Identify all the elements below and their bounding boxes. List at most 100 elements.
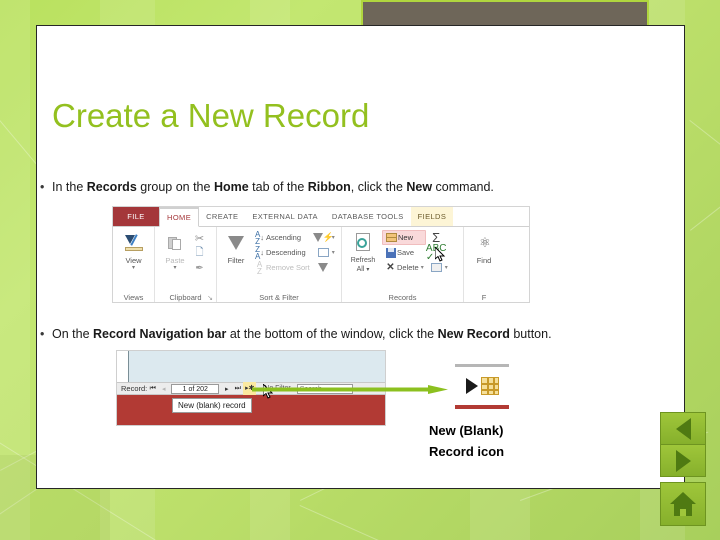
ribbon-group-label-records: Records — [388, 293, 417, 302]
paste-button-label: Paste — [165, 256, 185, 265]
sort-ascending-button[interactable]: A Z ↓ Ascending — [251, 230, 312, 245]
delete-record-button[interactable]: ✕ Delete ▾ — [382, 260, 426, 275]
chevron-down-icon: ▾ — [173, 265, 177, 271]
ribbon-group-find: ⚛ Find F — [464, 227, 504, 302]
next-record-button[interactable]: ▸ — [221, 385, 232, 393]
records-extra-buttons: Σ ABC ✓ ▾ — [425, 230, 450, 275]
home-icon — [670, 492, 696, 516]
filter-button-label: Filter — [227, 256, 245, 265]
chevron-down-icon[interactable]: ▾ — [332, 234, 335, 241]
more-records-button[interactable]: ▾ — [428, 260, 450, 275]
new-blank-record-tooltip: New (blank) record — [172, 398, 252, 413]
dialog-launcher-icon[interactable]: ↘ — [207, 293, 213, 302]
first-record-button[interactable]: ⏮ — [147, 385, 158, 393]
sort-descending-label: Descending — [266, 248, 306, 257]
ribbon-group-label-views: Views — [123, 293, 144, 302]
format-painter-icon: ✒ — [195, 263, 204, 274]
caption-line-1: New (Blank) — [429, 423, 504, 438]
ribbon-tab-fields[interactable]: FIELDS — [410, 207, 454, 226]
paste-icon — [167, 230, 183, 256]
new-record-button[interactable]: New — [382, 230, 426, 245]
datasheet-area — [128, 351, 385, 382]
refresh-all-icon — [355, 230, 372, 256]
new-record-label: New — [398, 233, 414, 242]
ribbon-group-sort-filter: Filter A Z ↓ Ascending Z A ↓ Descending AZ — [217, 227, 342, 302]
triangle-right-icon — [675, 449, 691, 472]
toggle-filter-window-icon — [317, 248, 330, 257]
copy-icon: 🗋 — [195, 247, 204, 258]
spelling-button[interactable]: ABC ✓ — [425, 242, 450, 263]
save-record-icon — [384, 247, 397, 258]
last-record-button[interactable]: ⏭ — [232, 385, 243, 393]
caption-line-2: Record icon — [429, 444, 505, 459]
advanced-filter-button[interactable]: ⚡ ▾ — [312, 230, 337, 245]
save-record-button[interactable]: Save — [382, 245, 426, 260]
filter-button[interactable]: Filter — [221, 230, 251, 265]
ribbon-tab-strip: FILE HOME CREATE EXTERNAL DATA DATABASE … — [113, 207, 529, 227]
bullet-marker: • — [40, 180, 45, 194]
clipboard-small-buttons: ✂ 🗋 ✒ — [191, 231, 208, 276]
delete-record-label: Delete — [397, 263, 419, 272]
filter-icon — [228, 230, 244, 256]
next-slide-button[interactable] — [660, 444, 706, 477]
new-record-grid-icon — [480, 377, 499, 395]
callout-caption: New (Blank) Record icon — [429, 420, 504, 462]
view-button[interactable]: View ▾ — [117, 230, 150, 272]
callout-arrow-icon — [252, 385, 448, 394]
toggle-filter-button[interactable] — [315, 260, 337, 275]
ribbon-tab-database-tools[interactable]: DATABASE TOOLS — [325, 207, 411, 226]
delete-record-icon: ✕ — [386, 262, 395, 273]
record-label: Record: — [121, 384, 148, 393]
home-slide-button[interactable] — [660, 482, 706, 526]
bullet-marker: • — [40, 327, 45, 341]
ribbon-tab-external-data[interactable]: EXTERNAL DATA — [245, 207, 325, 226]
ribbon-body: View ▾ Views Paste ▾ ✂ 🗋 ✒ Clipboard ↘ F… — [113, 227, 529, 302]
format-painter-button[interactable]: ✒ — [191, 261, 208, 276]
ribbon-tab-file[interactable]: FILE — [113, 207, 159, 226]
ribbon-group-clipboard: Paste ▾ ✂ 🗋 ✒ Clipboard ↘ — [155, 227, 217, 302]
ribbon-tab-home[interactable]: HOME — [159, 207, 200, 227]
advanced-filter-icon: ⚡ — [312, 232, 334, 243]
ribbon-group-records: Refresh All ▾ New Save ✕ Delete ▾ Σ ABC … — [342, 227, 464, 302]
more-records-icon — [430, 263, 443, 272]
find-binoculars-icon: ⚛ — [479, 235, 491, 250]
ribbon-group-label-sort-filter: Sort & Filter — [259, 293, 299, 302]
cut-button[interactable]: ✂ — [191, 231, 208, 246]
view-button-label: View — [125, 256, 142, 265]
previous-slide-button[interactable] — [660, 412, 706, 445]
sort-descending-icon: Z A ↓ — [254, 244, 265, 261]
sort-descending-button[interactable]: Z A ↓ Descending — [251, 245, 312, 260]
bullet-item-1: • In the Records group on the Home tab of… — [40, 180, 494, 194]
ribbon-tab-create[interactable]: CREATE — [199, 207, 245, 226]
ribbon-group-label-find: F — [481, 293, 487, 302]
sort-buttons: A Z ↓ Ascending Z A ↓ Descending AZ Remove S… — [251, 230, 312, 275]
ribbon-group-label-clipboard: Clipboard ↘ — [155, 292, 216, 302]
chevron-down-icon[interactable]: ▾ — [332, 249, 335, 256]
refresh-all-label: Refresh All ▾ — [350, 257, 376, 273]
refresh-all-button[interactable]: Refresh All ▾ — [346, 230, 380, 275]
advanced-filter-buttons: ⚡ ▾ ▾ — [312, 230, 337, 275]
paste-button[interactable]: Paste ▾ — [159, 230, 191, 272]
chevron-down-icon[interactable]: ▾ — [445, 264, 448, 271]
remove-sort-button[interactable]: AZ Remove Sort — [251, 260, 312, 275]
toggle-filter-icon — [317, 263, 330, 272]
record-position-field[interactable]: 1 of 202 — [171, 383, 220, 394]
copy-button[interactable]: 🗋 — [191, 246, 208, 261]
sort-ascending-label: Ascending — [266, 233, 302, 242]
filter-window-button[interactable]: ▾ — [315, 245, 337, 260]
new-blank-record-icon-zoom — [455, 364, 509, 409]
bullet-1-text: In the Records group on the Home tab of … — [52, 180, 494, 194]
find-button-label: Find — [476, 256, 492, 265]
bullet-2-text: On the Record Navigation bar at the bott… — [52, 327, 552, 341]
new-record-icon — [385, 233, 398, 242]
save-record-label: Save — [397, 248, 415, 257]
play-triangle-icon — [465, 378, 478, 394]
triangle-left-icon — [675, 417, 691, 440]
spelling-icon: ABC ✓ — [425, 242, 447, 263]
view-icon — [124, 230, 143, 256]
find-button[interactable]: ⚛ Find — [469, 230, 499, 265]
previous-record-button[interactable]: ◂ — [158, 385, 169, 393]
scissors-icon: ✂ — [194, 233, 205, 245]
chevron-down-icon[interactable]: ▾ — [421, 264, 424, 271]
slide-canvas: Create a New Record • In the Records grou… — [0, 0, 720, 540]
